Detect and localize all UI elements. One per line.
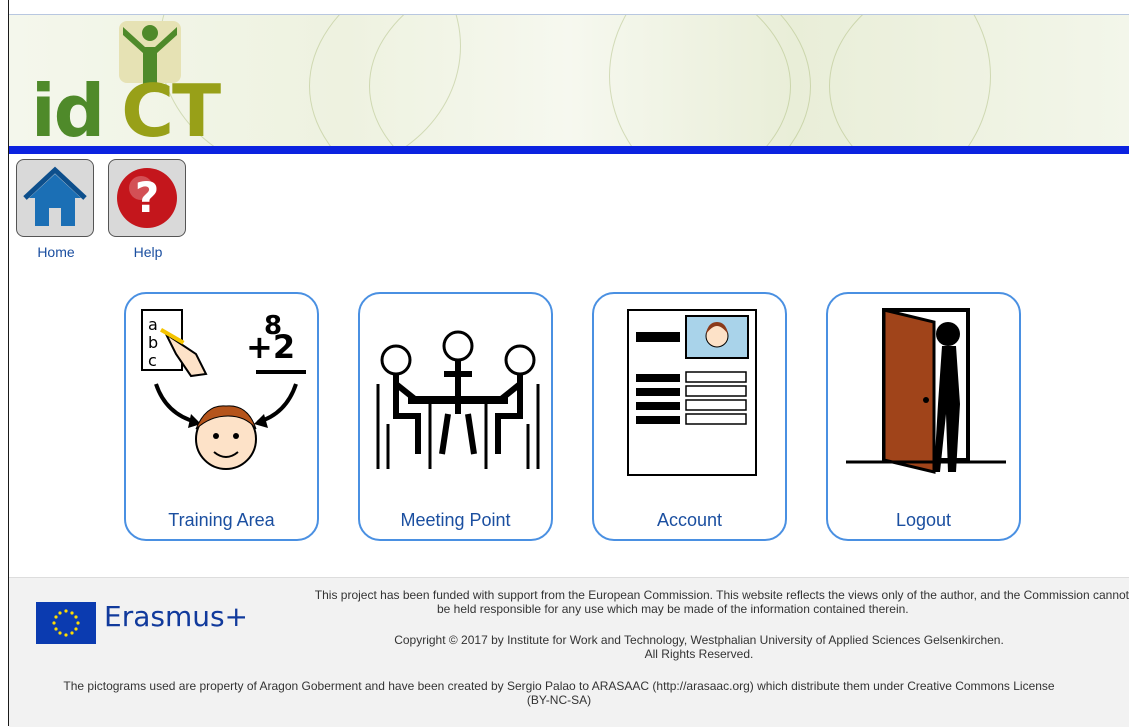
home-button[interactable] (16, 159, 94, 237)
tile-meeting-point[interactable]: Meeting Point (358, 292, 553, 541)
logout-icon (838, 304, 1013, 479)
home-icon (23, 166, 87, 226)
copyright-line-2: All Rights Reserved. (644, 647, 754, 661)
svg-text:?: ? (135, 173, 159, 222)
pictogram-credit: The pictograms used are property of Arag… (29, 679, 1089, 707)
header-divider (9, 146, 1129, 154)
logo-text-id: id (31, 69, 105, 147)
pictogram-credit-line-2: (BY-NC-SA) (526, 693, 592, 707)
eu-flag-icon (36, 602, 96, 644)
logo-text-ct: CT (121, 69, 221, 147)
tile-label: Training Area (168, 510, 275, 530)
help-icon: ? (117, 168, 177, 228)
tile-training-area[interactable]: a b c 8 +2 Training Area (124, 292, 319, 541)
tile-label: Logout (895, 510, 952, 530)
svg-text:a: a (148, 315, 158, 334)
erasmus-plus-logo: Erasmus+ (104, 600, 249, 633)
meeting-point-icon (370, 304, 545, 479)
pictogram-credit-line-1: The pictograms used are property of Arag… (63, 679, 1055, 693)
svg-text:b: b (148, 333, 158, 352)
site-header: id CT (9, 14, 1129, 147)
training-area-icon: a b c 8 +2 (136, 304, 311, 479)
home-label[interactable]: Home (16, 244, 96, 260)
svg-text:+2: +2 (246, 328, 295, 366)
tile-logout[interactable]: Logout (826, 292, 1021, 541)
copyright-line-1: Copyright © 2017 by Institute for Work a… (394, 633, 1004, 647)
logo[interactable]: id CT (31, 75, 221, 147)
copyright-notice: Copyright © 2017 by Institute for Work a… (369, 633, 1029, 661)
svg-text:c: c (148, 351, 157, 370)
help-button[interactable]: ? (108, 159, 186, 237)
tile-label: Meeting Point (400, 510, 511, 530)
tile-account[interactable]: Account (592, 292, 787, 541)
account-icon (604, 304, 779, 479)
tile-label: Account (656, 510, 723, 530)
funding-line-2: be held responsible for any use which ma… (437, 602, 909, 616)
help-label[interactable]: Help (108, 244, 188, 260)
site-footer: This project has been funded with suppor… (9, 577, 1129, 727)
